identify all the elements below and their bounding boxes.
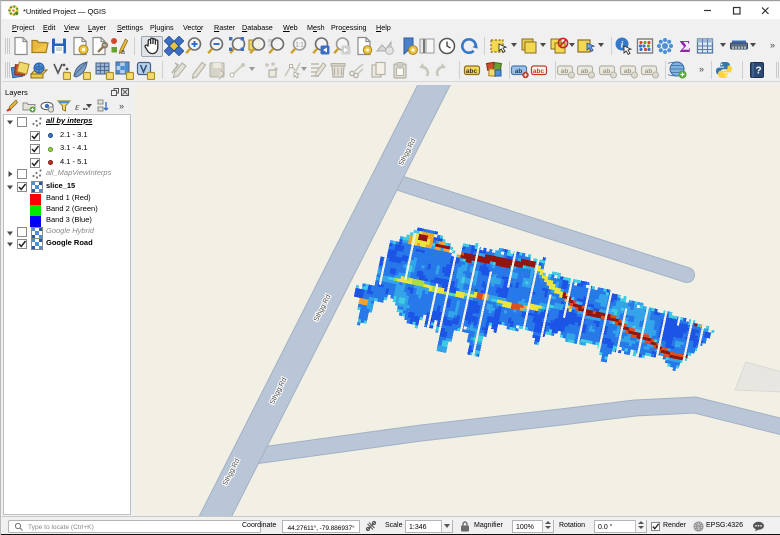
svg-text:ab: ab: [581, 68, 589, 75]
svg-text:ε: ε: [75, 101, 80, 113]
svg-text:Σ: Σ: [679, 37, 690, 56]
svg-text:ab: ab: [603, 68, 611, 75]
svg-text:ab: ab: [624, 68, 632, 75]
svg-text:ab: ab: [645, 68, 653, 75]
svg-text:abc: abc: [533, 68, 545, 75]
svg-text:abc: abc: [466, 68, 478, 75]
svg-text:ab: ab: [515, 68, 523, 75]
svg-text:1:1: 1:1: [295, 43, 304, 49]
svg-text:?: ?: [755, 66, 761, 77]
svg-text:ab: ab: [561, 68, 569, 75]
svg-text:a: a: [121, 49, 125, 56]
